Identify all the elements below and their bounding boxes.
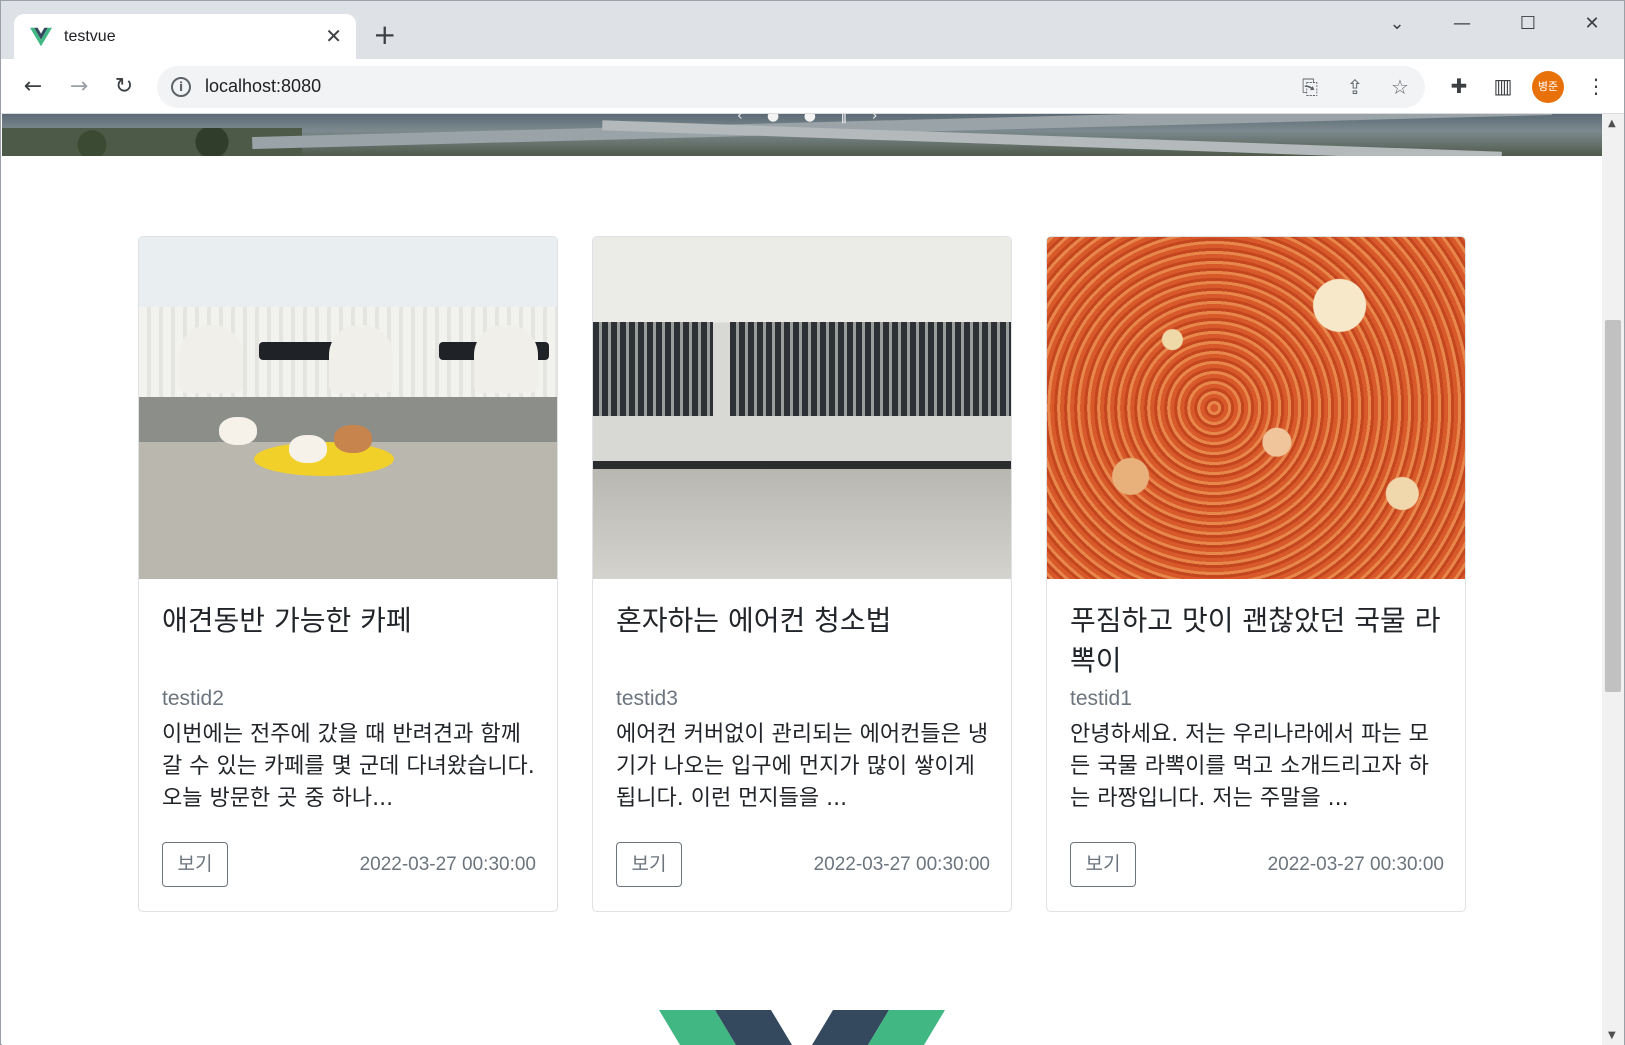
image-dog bbox=[219, 417, 257, 445]
image-dog bbox=[334, 425, 372, 453]
tab-close-icon[interactable]: ✕ bbox=[325, 24, 342, 48]
post-card: 애견동반 가능한 카페 testid2 이번에는 전주에 갔을 때 반려견과 함… bbox=[138, 236, 558, 912]
image-aircon-grill bbox=[593, 322, 713, 416]
scrollbar-thumb[interactable] bbox=[1605, 320, 1621, 692]
image-chair bbox=[179, 325, 243, 393]
forward-arrow-icon[interactable]: → bbox=[63, 71, 95, 103]
image-chair bbox=[329, 325, 393, 393]
post-card-image bbox=[1047, 237, 1465, 579]
post-excerpt: 에어컨 커버없이 관리되는 에어컨들은 냉기가 나오는 입구에 먼지가 많이 쌓… bbox=[616, 722, 989, 811]
view-button[interactable]: 보기 bbox=[162, 842, 228, 887]
share-icon[interactable]: ⇪ bbox=[1342, 74, 1368, 100]
minimize-icon[interactable]: — bbox=[1439, 11, 1485, 37]
view-button[interactable]: 보기 bbox=[616, 842, 682, 887]
post-card-image bbox=[593, 237, 1011, 579]
post-excerpt: 안녕하세요. 저는 우리나라에서 파는 모든 국물 라뽁이를 먹고 소개드리고자… bbox=[1070, 722, 1429, 811]
translate-icon[interactable]: ⎘ bbox=[1297, 74, 1323, 100]
image-aircon-edge bbox=[593, 461, 1011, 469]
post-excerpt: 이번에는 전주에 갔을 때 반려견과 함께 갈 수 있는 카페를 몇 군데 다녀… bbox=[162, 722, 535, 811]
side-panel-icon[interactable]: ▥ bbox=[1488, 71, 1518, 101]
page-scrollbar[interactable]: ▲ ▼ bbox=[1602, 114, 1624, 1045]
post-author: testid1 bbox=[1070, 687, 1132, 710]
vue-logo-icon bbox=[659, 1010, 945, 1045]
new-tab-button[interactable]: + bbox=[373, 21, 396, 49]
vue-favicon-icon bbox=[30, 27, 52, 47]
page-viewport: ‹ ● ● ‖ › 애견동반 가능한 카페 testid2 이번에는 전주에 갔… bbox=[2, 114, 1602, 1045]
image-chair bbox=[474, 325, 538, 393]
browser-toolbar: ← → ↻ i localhost:8080 ⎘ ⇪ ☆ ✚ ▥ 병준 ⋮ bbox=[1, 59, 1624, 114]
tab-testvue[interactable]: testvue ✕ bbox=[14, 14, 356, 60]
image-aircon-grill bbox=[730, 322, 1011, 416]
post-title: 애견동반 가능한 카페 bbox=[162, 604, 412, 637]
menu-kebab-icon[interactable]: ⋮ bbox=[1581, 71, 1611, 101]
tab-title: testvue bbox=[64, 28, 116, 45]
post-author: testid2 bbox=[162, 687, 224, 710]
window-close-icon[interactable]: ✕ bbox=[1569, 11, 1615, 37]
maximize-icon[interactable]: ☐ bbox=[1505, 11, 1551, 37]
post-date: 2022-03-27 00:30:00 bbox=[813, 854, 990, 875]
back-arrow-icon[interactable]: ← bbox=[17, 71, 49, 103]
scroll-up-arrow-icon[interactable]: ▲ bbox=[1608, 118, 1616, 129]
reload-icon[interactable]: ↻ bbox=[108, 71, 140, 103]
post-title: 혼자하는 에어컨 청소법 bbox=[616, 604, 892, 637]
scroll-down-arrow-icon[interactable]: ▼ bbox=[1608, 1030, 1616, 1041]
post-date: 2022-03-27 00:30:00 bbox=[1267, 854, 1444, 875]
carousel-indicators[interactable]: ‹ ● ● ‖ › bbox=[737, 114, 887, 124]
post-author: testid3 bbox=[616, 687, 678, 710]
post-card: 푸짐하고 맛이 괜찮았던 국물 라뽁이 testid1 안녕하세요. 저는 우리… bbox=[1046, 236, 1466, 912]
post-card-image bbox=[139, 237, 557, 579]
image-dog bbox=[289, 435, 327, 463]
browser-window: testvue ✕ + ⌄ — ☐ ✕ ← → ↻ i localhost:80… bbox=[0, 0, 1625, 1045]
post-title: 푸짐하고 맛이 괜찮았던 국물 라뽁이 bbox=[1070, 604, 1441, 677]
view-button[interactable]: 보기 bbox=[1070, 842, 1136, 887]
post-date: 2022-03-27 00:30:00 bbox=[359, 854, 536, 875]
profile-avatar[interactable]: 병준 bbox=[1532, 71, 1564, 103]
tab-strip: testvue ✕ + ⌄ — ☐ ✕ bbox=[1, 1, 1624, 60]
url-text[interactable]: localhost:8080 bbox=[205, 76, 321, 97]
hero-carousel-image: ‹ ● ● ‖ › bbox=[2, 114, 1602, 156]
address-bar[interactable]: i localhost:8080 ⎘ ⇪ ☆ bbox=[157, 66, 1425, 108]
tab-search-icon[interactable]: ⌄ bbox=[1374, 11, 1420, 37]
post-card: 혼자하는 에어컨 청소법 testid3 에어컨 커버없이 관리되는 에어컨들은… bbox=[592, 236, 1012, 912]
extensions-puzzle-icon[interactable]: ✚ bbox=[1444, 71, 1474, 101]
site-info-icon[interactable]: i bbox=[171, 77, 191, 97]
image-aircon-panel bbox=[593, 469, 1011, 579]
bookmark-star-icon[interactable]: ☆ bbox=[1387, 74, 1413, 100]
